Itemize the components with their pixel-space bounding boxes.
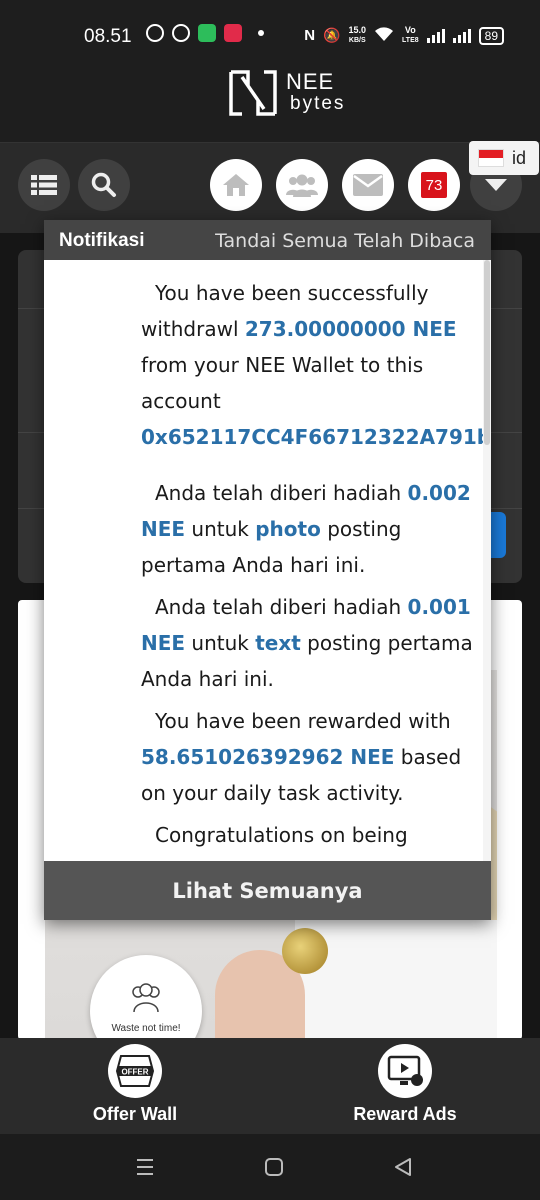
- mute-icon: 🔕: [323, 27, 341, 43]
- recent-apps-button[interactable]: [130, 1152, 160, 1182]
- waste-text: Waste not time!: [111, 1023, 181, 1034]
- offer-badge-shape: OFFER: [115, 1055, 155, 1087]
- see-all-button[interactable]: Lihat Semuanya: [44, 861, 491, 920]
- messages-button[interactable]: [342, 159, 394, 211]
- notification-amount: 58.651026392962 NEE: [141, 745, 395, 769]
- mark-all-read-link[interactable]: Tandai Semua Telah Dibaca: [215, 230, 475, 252]
- notifications-dropdown: Notifikasi Tandai Semua Telah Dibaca You…: [44, 220, 491, 920]
- friends-button[interactable]: [276, 159, 328, 211]
- home-button[interactable]: [210, 159, 262, 211]
- notification-text: You have been rewarded with: [155, 709, 451, 733]
- notification-amount: 273.00000000 NEE: [244, 317, 457, 341]
- notification-item-daily-task[interactable]: You have been rewarded with 58.651026392…: [141, 703, 479, 811]
- recents-icon: [137, 1159, 153, 1175]
- logo-line1: NEE: [286, 69, 335, 94]
- notifications-title: Notifikasi: [59, 230, 145, 251]
- post-kind: photo: [255, 517, 321, 541]
- menu-grid-button[interactable]: [18, 159, 70, 211]
- wifi-icon: [374, 26, 394, 45]
- nfc-icon: N: [304, 27, 316, 44]
- net-speed-unit: KB/S: [348, 37, 366, 44]
- volte-indicator: Vo LTE8: [402, 26, 419, 45]
- status-notification-icons: [146, 24, 264, 42]
- messenger-icon: [172, 24, 190, 42]
- offer-wall-button[interactable]: OFFER Offer Wall: [74, 1038, 196, 1134]
- notification-text: Congratulations on being: [155, 823, 408, 847]
- net-speed: 15.0 KB/S: [349, 26, 367, 45]
- video-ad-icon: [378, 1044, 432, 1098]
- notification-item-congrats[interactable]: Congratulations on being: [141, 817, 479, 853]
- list-grid-icon: [31, 175, 57, 195]
- more-notifications-dot-icon: [258, 30, 264, 36]
- bottom-action-bar: OFFER Offer Wall Reward Ads: [0, 1038, 540, 1134]
- home-system-button[interactable]: [259, 1152, 289, 1182]
- signal-2-icon: [452, 28, 471, 43]
- coin-icon: [282, 928, 328, 974]
- status-time: 08.51: [84, 26, 132, 47]
- notification-text: untuk: [185, 631, 256, 655]
- volte-top: Vo: [404, 25, 416, 35]
- monitor-play-shape: [387, 1055, 423, 1086]
- offer-wall-label: Offer Wall: [92, 1104, 178, 1124]
- person-shirt-shape: [295, 920, 497, 1038]
- reward-ads-button[interactable]: Reward Ads: [344, 1038, 466, 1134]
- home-icon: [223, 174, 249, 196]
- notification-count-badge: 73: [419, 170, 449, 200]
- whatsapp-icon: [146, 24, 164, 42]
- reward-ads-label: Reward Ads: [353, 1104, 457, 1124]
- language-selector[interactable]: id: [469, 141, 539, 175]
- logo-text: NEE bytes: [286, 71, 345, 115]
- group-icon: [132, 983, 160, 1013]
- caret-down-icon: [485, 179, 507, 191]
- status-system-icons: N 🔕 15.0 KB/S Vo LTE8 89: [304, 26, 504, 45]
- notifications-scroll-thumb[interactable]: [484, 260, 490, 445]
- search-icon: [91, 172, 116, 197]
- offer-icon: OFFER: [108, 1044, 162, 1098]
- volte-bottom: LTE8: [402, 37, 419, 44]
- square-home-icon: [265, 1158, 283, 1176]
- notification-text: Anda telah diberi hadiah: [155, 481, 408, 505]
- search-button[interactable]: [78, 159, 130, 211]
- users-icon: [286, 174, 318, 197]
- notifications-list[interactable]: You have been successfully withdrawl 273…: [44, 260, 491, 861]
- nee-logo-icon: [229, 70, 277, 116]
- notification-text: from your NEE Wallet to this account: [141, 353, 424, 413]
- notifications-header: Notifikasi Tandai Semua Telah Dibaca: [44, 220, 491, 260]
- back-button[interactable]: [388, 1152, 418, 1182]
- signal-1-icon: [426, 28, 445, 43]
- notification-text: Anda telah diberi hadiah: [155, 595, 408, 619]
- logo-line2: bytes: [290, 93, 346, 114]
- notification-item-photo-reward[interactable]: Anda telah diberi hadiah 0.002 NEE untuk…: [141, 475, 479, 583]
- indonesia-flag-icon: [478, 149, 504, 167]
- youtube-icon: [224, 24, 242, 42]
- chat-app-icon: [198, 24, 216, 42]
- net-speed-value: 15.0: [348, 25, 367, 35]
- battery-icon: 89: [478, 26, 504, 45]
- wallet-address: 0x652117CC4F66712322A791b: [141, 425, 491, 449]
- see-all-label: Lihat Semuanya: [172, 878, 363, 903]
- notifications-button[interactable]: 73: [408, 159, 460, 211]
- notification-text: untuk: [185, 517, 256, 541]
- language-code: id: [512, 147, 527, 168]
- app-header: NEE bytes: [0, 55, 540, 143]
- notification-item-withdrawal[interactable]: You have been successfully withdrawl 273…: [141, 275, 491, 455]
- notification-item-text-reward[interactable]: Anda telah diberi hadiah 0.001 NEE untuk…: [141, 589, 479, 697]
- post-kind: text: [255, 631, 301, 655]
- back-triangle-icon: [395, 1158, 411, 1176]
- system-navigation-bar: [0, 1134, 540, 1200]
- offer-badge-text: OFFER: [121, 1068, 148, 1077]
- envelope-icon: [353, 174, 383, 196]
- neebytes-logo[interactable]: NEE bytes: [228, 69, 345, 117]
